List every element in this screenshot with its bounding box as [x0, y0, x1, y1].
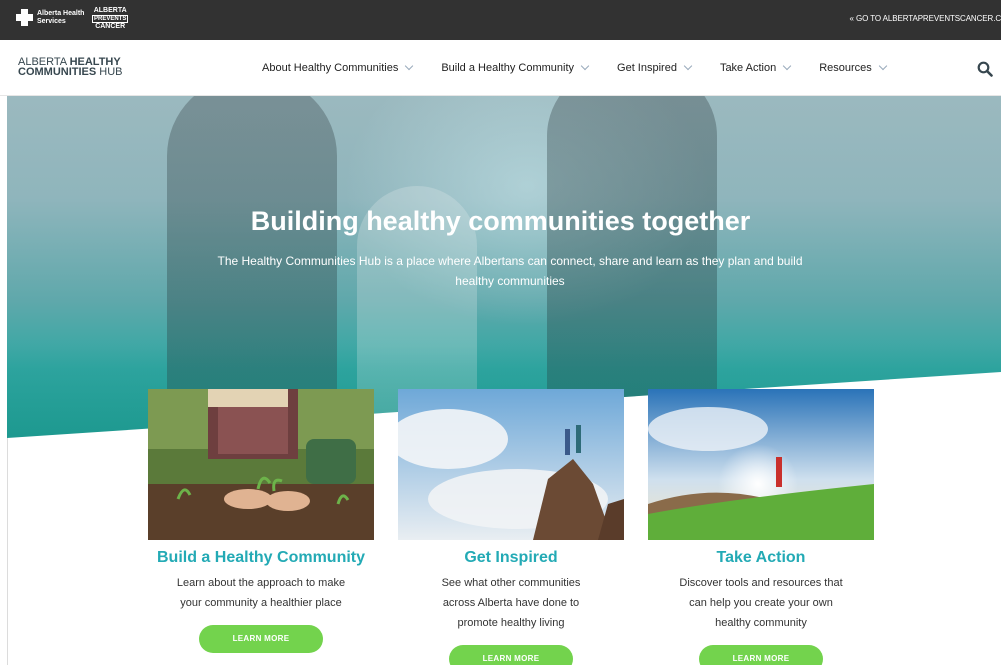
card-image-running-field[interactable] — [648, 389, 874, 540]
top-bar: Alberta Health Services ALBERTA PREVENTS… — [0, 0, 1001, 40]
card-title[interactable]: Get Inspired — [398, 549, 624, 567]
nav-label: Resources — [819, 62, 872, 74]
nav-label: Get Inspired — [617, 62, 677, 74]
card-image-rock-climbers[interactable] — [398, 389, 624, 540]
card-description: Discover tools and resources that can he… — [679, 577, 843, 629]
nav-label: About Healthy Communities — [262, 62, 399, 74]
card-build-a-healthy-community: Build a Healthy Community Learn about th… — [148, 389, 374, 653]
page-left-border — [7, 438, 8, 665]
card-image-gardening[interactable] — [148, 389, 374, 540]
alberta-health-services-logo[interactable]: Alberta Health Services — [16, 9, 85, 26]
learn-more-button[interactable]: LEARN MORE — [699, 645, 823, 665]
apc-logo-bottom: CANCER — [95, 23, 126, 30]
chevron-down-icon — [405, 61, 414, 71]
nav-label: Build a Healthy Community — [441, 62, 575, 74]
nav-about-healthy-communities[interactable]: About Healthy Communities — [262, 61, 414, 74]
card-get-inspired: Get Inspired See what other communities … — [398, 389, 624, 665]
go-to-albertapreventscancer-link[interactable]: « GO TO ALBERTAPREVENTSCANCER.C — [850, 14, 1001, 23]
nav-take-action[interactable]: Take Action — [719, 61, 792, 74]
nav-build-a-healthy-community[interactable]: Build a Healthy Community — [441, 61, 590, 74]
ahs-cross-icon — [16, 9, 33, 26]
card-description: Learn about the approach to make your co… — [176, 577, 346, 609]
card-title[interactable]: Take Action — [648, 549, 874, 567]
logo-line2-bold: COMMUNITIES — [18, 66, 97, 78]
hero-title: Building healthy communities together — [250, 206, 751, 236]
main-header: ALBERTA HEALTHY COMMUNITIES HUB About He… — [0, 40, 1001, 96]
chevron-down-icon — [580, 61, 590, 71]
alberta-prevents-cancer-logo[interactable]: ALBERTA PREVENTS CANCER — [92, 7, 129, 31]
chevron-down-icon — [878, 61, 888, 71]
hero-subtitle: The Healthy Communities Hub is a place w… — [217, 254, 803, 288]
learn-more-button[interactable]: LEARN MORE — [199, 625, 323, 653]
apc-logo-top: ALBERTA — [93, 7, 127, 14]
learn-more-button[interactable]: LEARN MORE — [449, 645, 573, 665]
card-description: See what other communities across Albert… — [441, 577, 581, 629]
chevron-down-icon — [782, 61, 792, 71]
logo-line2-light: HUB — [96, 66, 123, 78]
main-nav: About Healthy Communities Build a Health… — [262, 61, 915, 74]
nav-label: Take Action — [719, 62, 777, 74]
card-title[interactable]: Build a Healthy Community — [148, 549, 374, 567]
ahs-logo-text: Alberta Health Services — [37, 9, 85, 25]
nav-get-inspired[interactable]: Get Inspired — [617, 61, 693, 74]
chevron-down-icon — [683, 61, 693, 71]
search-icon[interactable] — [977, 61, 993, 77]
healthy-communities-hub-logo[interactable]: ALBERTA HEALTHY COMMUNITIES HUB — [18, 57, 123, 78]
nav-resources[interactable]: Resources — [819, 61, 888, 74]
card-take-action: Take Action Discover tools and resources… — [648, 389, 874, 665]
apc-logo-mid: PREVENTS — [92, 15, 129, 23]
